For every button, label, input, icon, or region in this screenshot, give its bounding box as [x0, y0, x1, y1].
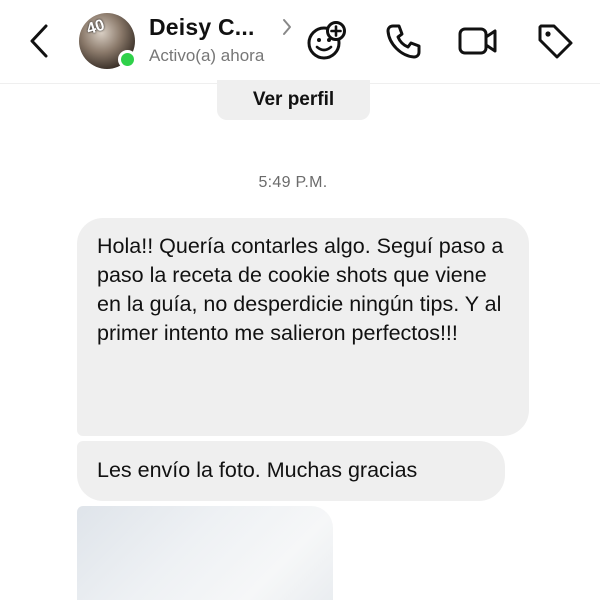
call-button[interactable] [381, 18, 427, 64]
add-emoji-button[interactable] [303, 18, 349, 64]
message-bubble[interactable]: Les envío la foto. Muchas gracias [77, 441, 505, 501]
online-status-dot [118, 50, 137, 69]
activity-status: Activo(a) ahora [149, 46, 265, 65]
chevron-left-icon [30, 24, 48, 58]
tag-icon [538, 24, 573, 59]
message-timestamp: 5:49 P.M. [258, 174, 328, 191]
chevron-right-icon[interactable] [281, 17, 293, 37]
view-profile-button[interactable]: Ver perfil [217, 80, 370, 120]
video-camera-icon [458, 27, 497, 55]
back-button[interactable] [22, 22, 56, 60]
photo-attachment[interactable] [77, 506, 333, 600]
avatar-badge: 40 [84, 16, 107, 39]
phone-icon [386, 24, 421, 59]
video-call-button[interactable] [455, 18, 501, 64]
add-emoji-icon [307, 21, 346, 60]
message-bubble[interactable]: Hola!! Quería contarles algo. Seguí paso… [77, 218, 529, 436]
tag-button[interactable] [532, 18, 578, 64]
chat-header: 40 Deisy C... Activo(a) ahora [0, 0, 600, 84]
contact-name[interactable]: Deisy C... [149, 14, 255, 41]
